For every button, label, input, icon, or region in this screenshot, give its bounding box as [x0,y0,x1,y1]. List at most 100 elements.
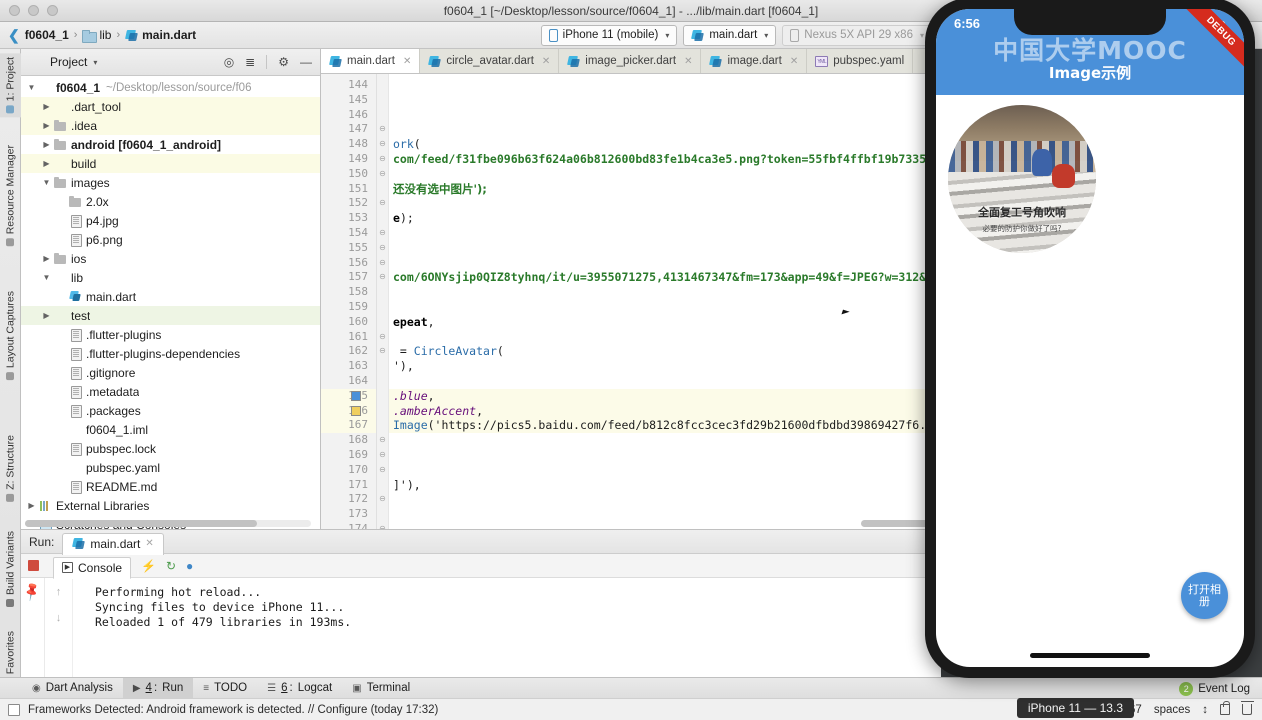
breadcrumb-item-project[interactable]: f0604_1 [25,28,69,42]
fold-marker-icon[interactable]: ⊖ [377,152,388,167]
expand-toggle-icon[interactable] [40,254,53,263]
code-editor[interactable]: 144 145 146 147 148 149 150 151 152 153 154 155 156 1… [321,74,941,529]
sidebar-item-project[interactable]: 1: Project [0,53,21,118]
editor-tab[interactable]: YML pubspec.yaml [807,49,914,73]
fold-marker-icon[interactable]: ⊖ [377,196,388,211]
tree-row[interactable]: 2.0x [21,192,320,211]
bottom-bar-item-terminal[interactable]: ▣ Terminal [342,678,420,699]
arrow-up-icon[interactable]: ↑ [56,586,62,598]
editor-tab[interactable]: main.dart ✕ [321,49,421,73]
indent-setting[interactable]: spaces [1154,704,1190,716]
sidebar-item-favorites[interactable]: Favorites [0,627,21,678]
tree-row[interactable]: .flutter-plugins-dependencies [21,344,320,363]
tree-row[interactable]: main.dart [21,287,320,306]
code-line[interactable]: .amberAccent, [389,403,941,419]
locate-icon[interactable]: ◎ [224,55,234,69]
trash-icon[interactable] [1241,701,1254,715]
expand-toggle-icon[interactable] [40,311,53,320]
expand-toggle-icon[interactable] [40,140,53,149]
close-window-button[interactable] [9,5,20,16]
close-icon[interactable]: ✕ [542,56,550,67]
code-line[interactable]: .blue, [389,388,941,404]
code-line[interactable]: com/6ONYsjip0QIZ8tyhnq/it/u=3955071275,4… [389,270,941,285]
fold-marker-icon[interactable]: ⊖ [377,463,388,478]
expand-toggle-icon[interactable] [40,121,53,130]
bottom-bar-item-todo[interactable]: ≡ TODO [193,678,257,699]
sidebar-item-build-variants[interactable]: Build Variants [0,527,21,611]
code-line[interactable] [389,374,941,389]
breadcrumb-item-file[interactable]: main.dart [125,28,196,42]
hide-panel-icon[interactable]: — [300,55,312,69]
run-config-combo[interactable]: main.dart ▾ [683,24,777,46]
sidebar-item-resource-manager[interactable]: Resource Manager [0,141,21,250]
fold-marker-icon[interactable]: ⊖ [377,256,388,271]
expand-toggle-icon[interactable] [25,83,38,92]
close-icon[interactable]: ✕ [790,56,798,67]
arrow-down-icon[interactable]: ↓ [56,612,62,624]
breadcrumb-item-lib[interactable]: lib [82,28,111,43]
code-folding-column[interactable]: ⊖ ⊖ ⊖ ⊖ ⊖ ⊖ ⊖ ⊖ ⊖ ⊖ ⊖ ⊖ ⊖ ⊖ ⊖ ⊖ [377,74,389,529]
sidebar-item-structure[interactable]: Z: Structure [0,431,21,506]
code-line[interactable] [389,196,941,211]
code-line[interactable] [389,256,941,271]
tree-row[interactable]: pubspec.yaml [21,458,320,477]
code-line[interactable] [389,463,941,478]
editor-tab[interactable]: image_picker.dart ✕ [559,49,702,73]
event-log-button[interactable]: 2 Event Log [1179,682,1250,696]
fold-marker-icon[interactable]: ⊖ [377,241,388,256]
tree-row[interactable]: images [21,173,320,192]
code-line[interactable] [389,330,941,345]
tree-row[interactable]: README.md [21,477,320,496]
tree-row[interactable]: android [f0604_1_android] [21,135,320,154]
code-line[interactable] [389,93,941,108]
window-traffic-lights[interactable] [0,5,58,16]
tree-row[interactable]: p4.jpg [21,211,320,230]
fold-marker-icon[interactable]: ⊖ [377,344,388,359]
tree-row[interactable]: .dart_tool [21,97,320,116]
fold-marker-icon[interactable]: ⊖ [377,330,388,345]
run-tab-main-dart[interactable]: main.dart ✕ [62,532,164,555]
chevron-down-icon[interactable]: ▾ [93,58,97,67]
tree-row[interactable]: .gitignore [21,363,320,382]
code-line[interactable] [389,122,941,137]
project-file-tree[interactable]: f0604_1 ~/Desktop/lesson/source/f06 .dart_… [21,76,320,529]
code-line[interactable] [389,241,941,256]
expand-toggle-icon[interactable] [40,159,53,168]
fold-marker-icon[interactable]: ⊖ [377,167,388,182]
expand-toggle-icon[interactable] [25,501,38,510]
bottom-bar-item-logcat[interactable]: ☰ 6: Logcat [257,678,342,699]
color-swatch-icon[interactable] [351,391,361,402]
tree-row[interactable]: test [21,306,320,325]
restart-icon[interactable]: ↻ [166,559,176,573]
lightning-icon[interactable]: ⚡ [141,559,156,573]
code-line[interactable]: 还没有选中图片'); [389,182,941,197]
close-icon[interactable]: ✕ [684,56,692,67]
minimize-window-button[interactable] [28,5,39,16]
code-line[interactable]: com/feed/f31fbe096b63f624a06b812600bd83f… [389,152,941,167]
floating-action-button[interactable]: 打开相册 [1181,572,1228,619]
close-icon[interactable]: ✕ [145,538,153,549]
code-line[interactable] [389,108,941,123]
code-line[interactable] [389,285,941,300]
fold-marker-icon[interactable]: ⊖ [377,270,388,285]
close-icon[interactable]: ✕ [403,56,411,67]
tree-row[interactable]: .packages [21,401,320,420]
code-line[interactable]: ork( [389,137,941,152]
editor-tab[interactable]: image.dart ✕ [701,49,808,73]
fold-marker-icon[interactable]: ⊖ [377,122,388,137]
bottom-tool-bar[interactable]: ◉ Dart Analysis ▶ 4: Run ≡ TODO ☰ 6: Logcat ▣ Termi… [0,677,1262,699]
code-line[interactable] [389,167,941,182]
device-selector-combo[interactable]: iPhone 11 (mobile) ▾ [540,24,678,46]
code-line[interactable]: '), [389,359,941,374]
maximize-window-button[interactable] [47,5,58,16]
fold-marker-icon[interactable]: ⊖ [377,433,388,448]
code-line[interactable] [389,448,941,463]
tree-row[interactable]: .metadata [21,382,320,401]
fold-marker-icon[interactable]: ⊖ [377,137,388,152]
editor-tab-bar[interactable]: main.dart ✕ circle_avatar.dart ✕ image_picke… [321,49,941,74]
color-swatch-icon[interactable] [351,406,361,417]
project-tree-scrollbar[interactable] [25,520,311,527]
bottom-bar-item-run[interactable]: ▶ 4: Run [122,677,194,699]
tree-row[interactable]: External Libraries [21,496,320,515]
pin-icon[interactable]: 📌 [21,581,43,603]
